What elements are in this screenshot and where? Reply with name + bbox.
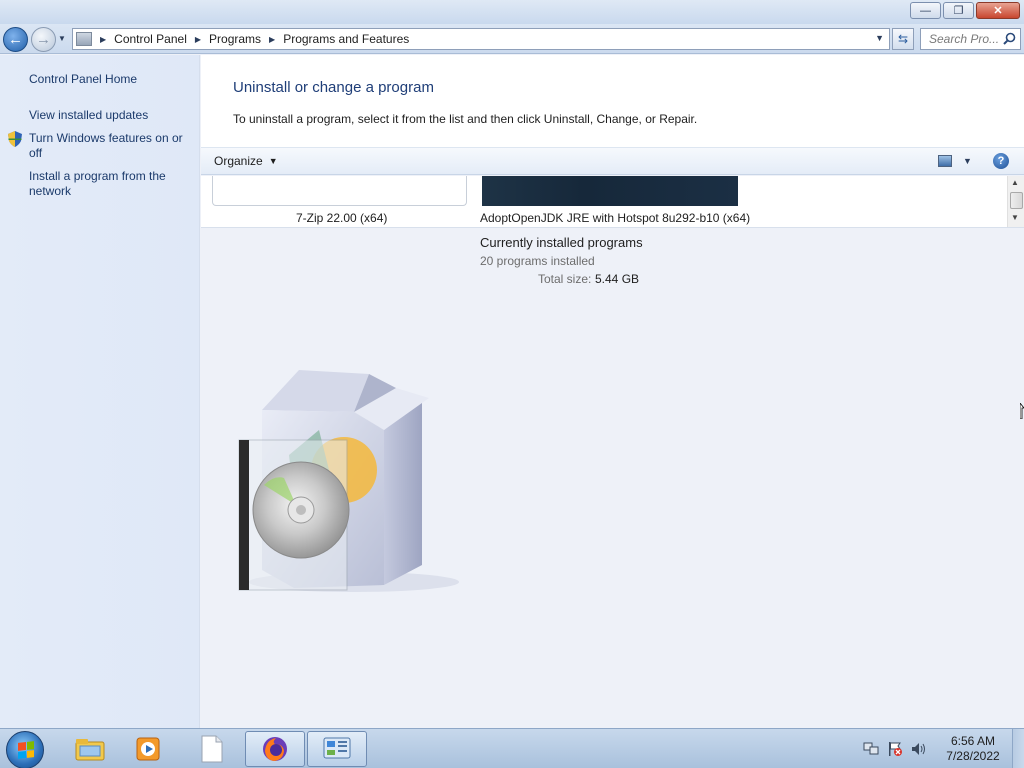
- taskbar-windows-explorer[interactable]: [60, 731, 120, 767]
- details-pane: Currently installed programs 20 programs…: [480, 235, 643, 286]
- recent-pages-dropdown[interactable]: ▼: [58, 34, 66, 43]
- chevron-right-icon[interactable]: ▶: [100, 35, 106, 44]
- change-view-icon[interactable]: [938, 155, 952, 167]
- clock-time: 6:56 AM: [950, 734, 996, 748]
- close-button[interactable]: ✕: [976, 2, 1020, 19]
- list-scrollbar[interactable]: ▲ ▼: [1007, 176, 1024, 227]
- program-tile-adoptopenjdk[interactable]: [482, 176, 738, 206]
- chevron-right-icon[interactable]: ▶: [269, 35, 275, 44]
- sidebar-item-install-from-network[interactable]: Install a program from the network: [29, 169, 189, 199]
- page-instructions: To uninstall a program, select it from t…: [233, 112, 698, 126]
- taskbar-firefox[interactable]: [245, 731, 305, 767]
- total-size-value: 5.44 GB: [595, 272, 640, 286]
- scroll-thumb[interactable]: [1010, 192, 1023, 209]
- programs-box-icon: [238, 370, 459, 592]
- notification-area: [862, 729, 928, 768]
- program-name-adoptopenjdk[interactable]: AdoptOpenJDK JRE with Hotspot 8u292-b10 …: [480, 211, 750, 225]
- action-center-flag-icon[interactable]: [886, 741, 904, 757]
- help-icon[interactable]: ?: [993, 153, 1009, 169]
- title-bar: — ❐ ✕: [0, 0, 1024, 24]
- windows-explorer-icon: [75, 739, 105, 761]
- firefox-icon: [263, 737, 287, 761]
- window-controls: — ❐ ✕: [910, 2, 1020, 19]
- forward-button[interactable]: →: [31, 27, 56, 52]
- scroll-up-icon[interactable]: ▲: [1011, 178, 1019, 187]
- taskbar-media-player[interactable]: [118, 731, 178, 767]
- installed-programs-heading: Currently installed programs: [480, 235, 643, 250]
- view-options-dropdown[interactable]: ▼: [963, 156, 972, 166]
- organize-label: Organize: [214, 154, 263, 168]
- program-tile-7zip[interactable]: [212, 176, 467, 206]
- search-input[interactable]: [929, 32, 1003, 46]
- minimize-button[interactable]: —: [910, 2, 941, 19]
- chevron-down-icon[interactable]: ▼: [875, 33, 884, 43]
- command-bar: Organize ▼ ▼ ?: [201, 147, 1024, 175]
- task-pane: Control Panel Home View installed update…: [0, 55, 200, 728]
- program-list: 7-Zip 22.00 (x64) AdoptOpenJDK JRE with …: [201, 176, 1024, 228]
- scroll-down-icon[interactable]: ▼: [1011, 213, 1019, 222]
- control-panel-icon: [323, 737, 351, 759]
- show-desktop-button[interactable]: [1012, 729, 1024, 768]
- mouse-cursor: [1019, 401, 1024, 420]
- control-panel-icon: [76, 32, 92, 46]
- sidebar-item-turn-windows-features[interactable]: Turn Windows features on or off: [29, 131, 189, 161]
- program-count: 20 programs installed: [480, 254, 595, 268]
- organize-button[interactable]: Organize ▼: [214, 154, 278, 168]
- sidebar-item-view-installed-updates[interactable]: View installed updates: [29, 108, 189, 123]
- shield-icon: [8, 131, 22, 147]
- system-clock[interactable]: 6:56 AM 7/28/2022: [940, 734, 1006, 764]
- sidebar-item-control-panel-home[interactable]: Control Panel Home: [29, 72, 189, 87]
- total-size-label: Total size:: [538, 272, 592, 286]
- network-icon[interactable]: [862, 741, 880, 757]
- chevron-down-icon: ▼: [268, 156, 278, 166]
- search-icon[interactable]: [1003, 32, 1016, 45]
- header-area: Uninstall or change a program To uninsta…: [201, 55, 1024, 147]
- media-player-icon: [136, 737, 160, 761]
- chevron-right-icon[interactable]: ▶: [195, 35, 201, 44]
- taskbar-control-panel[interactable]: [307, 731, 367, 767]
- search-box[interactable]: [920, 28, 1021, 50]
- breadcrumb-programs-and-features[interactable]: Programs and Features: [283, 32, 409, 46]
- address-bar[interactable]: ▶ Control Panel ▶ Programs ▶ Programs an…: [72, 28, 890, 50]
- restore-button[interactable]: ❐: [943, 2, 974, 19]
- volume-icon[interactable]: [910, 741, 928, 757]
- taskbar-notepad[interactable]: [182, 731, 242, 767]
- breadcrumb-programs[interactable]: Programs: [209, 32, 261, 46]
- program-name-7zip[interactable]: 7-Zip 22.00 (x64): [296, 211, 387, 225]
- page-title: Uninstall or change a program: [233, 79, 434, 96]
- windows-logo-icon: [18, 741, 34, 759]
- navigation-bar: ← → ▼ ▶ Control Panel ▶ Programs ▶ Progr…: [0, 24, 1024, 54]
- taskbar: 6:56 AM 7/28/2022: [0, 728, 1024, 768]
- back-button[interactable]: ←: [3, 27, 28, 52]
- clock-date: 7/28/2022: [946, 749, 1000, 763]
- breadcrumb-control-panel[interactable]: Control Panel: [114, 32, 187, 46]
- start-button[interactable]: [6, 731, 44, 768]
- main-content: Uninstall or change a program To uninsta…: [201, 55, 1024, 728]
- refresh-button[interactable]: ⇆: [892, 28, 914, 50]
- notepad-icon: [201, 735, 223, 763]
